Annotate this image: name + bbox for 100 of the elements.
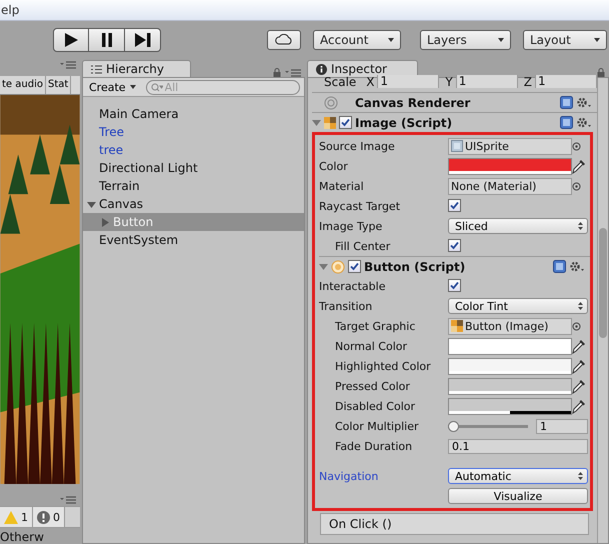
field-label: Source Image [319, 140, 396, 152]
hierarchy-row[interactable]: Tree [83, 123, 304, 141]
menu-item[interactable]: elp [1, 3, 20, 17]
cloud-button[interactable] [267, 30, 301, 50]
component-title: Button (Script) [364, 260, 466, 274]
checkbox[interactable] [448, 279, 461, 292]
help-book-icon[interactable] [560, 96, 573, 109]
number-field[interactable]: 1 [535, 75, 597, 88]
panel-tab[interactable]: Inspector [307, 60, 418, 77]
play-button[interactable] [53, 28, 89, 52]
fold-arrow-icon[interactable] [312, 118, 321, 127]
hierarchy-row[interactable]: Directional Light [83, 159, 304, 177]
up-down-arrows-icon [578, 472, 583, 480]
error-icon [37, 510, 50, 524]
lock-icon[interactable] [273, 68, 281, 77]
toolbar-dropdown[interactable]: Layout [523, 30, 607, 50]
help-book-icon[interactable] [560, 116, 573, 129]
axis-label: Y [445, 75, 453, 88]
play-icon [64, 32, 78, 46]
dropdown[interactable]: Color Tint [448, 298, 588, 314]
game-toolbar-button[interactable]: te audio [0, 76, 46, 94]
checkbox[interactable] [339, 116, 352, 129]
number-field[interactable]: 0.1 [448, 438, 588, 454]
hierarchy-row[interactable]: Main Camera [83, 105, 304, 123]
object-field[interactable]: Button (Image) [448, 318, 572, 334]
event-list-header: On Click () [320, 513, 589, 535]
sprite-icon [451, 140, 463, 152]
help-book-icon[interactable] [553, 260, 566, 273]
hierarchy-row[interactable]: Canvas [83, 195, 304, 213]
object-picker-icon[interactable] [572, 142, 581, 150]
axis-label: Z [524, 75, 532, 88]
field-label: Fill Center [335, 240, 392, 252]
object-picker-icon[interactable] [572, 322, 581, 330]
settings-icon[interactable] [576, 116, 591, 129]
panel-menu-icon[interactable] [60, 496, 76, 504]
eyedropper-icon[interactable] [572, 158, 586, 174]
dropdown[interactable]: Sliced [448, 218, 588, 234]
create-dropdown[interactable]: Create [87, 80, 138, 94]
field-label: Image Type [319, 220, 384, 232]
search-icon [150, 82, 163, 92]
target-icon [324, 96, 338, 110]
settings-icon[interactable] [569, 260, 584, 273]
color-field[interactable] [448, 398, 572, 414]
settings-icon[interactable] [576, 96, 591, 109]
color-field[interactable] [448, 378, 572, 394]
color-field[interactable] [448, 338, 572, 354]
object-field[interactable]: None (Material) [448, 178, 572, 194]
pause-icon [100, 32, 112, 46]
search-field[interactable]: All [146, 80, 300, 94]
field-label: Interactable [319, 280, 386, 292]
lock-icon[interactable] [597, 68, 605, 77]
checkbox[interactable] [448, 199, 461, 212]
game-toolbar-button[interactable]: Stat [46, 76, 72, 94]
field-label: Raycast Target [319, 200, 402, 212]
object-field[interactable]: UISprite [448, 138, 572, 154]
panel-menu-icon[interactable] [285, 68, 301, 76]
number-field[interactable]: 1 [536, 418, 588, 434]
up-down-arrows-icon [578, 222, 583, 230]
eyedropper-icon[interactable] [572, 378, 586, 394]
number-field[interactable]: 1 [456, 75, 518, 88]
dropdown[interactable]: Automatic [448, 468, 588, 484]
ok-button-icon [331, 260, 345, 274]
error-count: 0 [53, 510, 60, 524]
image-icon [451, 320, 463, 332]
fold-arrow-icon[interactable] [319, 262, 328, 271]
toolbar-dropdown[interactable]: Layers [420, 30, 511, 50]
checkbox[interactable] [348, 260, 361, 273]
scrollbar[interactable] [597, 78, 608, 543]
object-picker-icon[interactable] [572, 182, 581, 190]
warning-icon [4, 510, 18, 524]
field-label: Transition [319, 300, 374, 312]
number-field[interactable]: 1 [377, 75, 440, 88]
hierarchy-row[interactable]: EventSystem [83, 231, 304, 249]
checkbox[interactable] [448, 239, 461, 252]
visualize-button[interactable]: Visualize [448, 488, 588, 504]
panel-menu-icon[interactable] [60, 61, 76, 69]
warning-count: 1 [21, 510, 28, 524]
color-field[interactable] [448, 358, 572, 374]
field-label: Pressed Color [335, 380, 411, 392]
info-icon [316, 64, 327, 74]
hierarchy-row[interactable]: tree [83, 141, 304, 159]
image-icon [324, 116, 336, 128]
panel-tab[interactable]: Hierarchy [82, 60, 192, 77]
pause-button[interactable] [89, 28, 125, 52]
fold-arrow-icon[interactable] [87, 200, 96, 208]
field-label: Scale [323, 75, 356, 88]
field-label: Fade Duration [335, 440, 414, 452]
field-label: Target Graphic [335, 320, 416, 332]
eyedropper-icon[interactable] [572, 398, 586, 414]
axis-label: X [366, 75, 374, 88]
eyedropper-icon[interactable] [572, 338, 586, 354]
list-icon [91, 64, 102, 74]
color-field[interactable] [448, 158, 572, 174]
hierarchy-row[interactable]: Terrain [83, 177, 304, 195]
field-label: Color Multiplier [335, 420, 420, 432]
step-button[interactable] [125, 28, 161, 52]
field-label: Highlighted Color [335, 360, 432, 372]
toolbar-dropdown[interactable]: Account [313, 30, 401, 50]
eyedropper-icon[interactable] [572, 358, 586, 374]
component-title: Image (Script) [355, 116, 454, 130]
